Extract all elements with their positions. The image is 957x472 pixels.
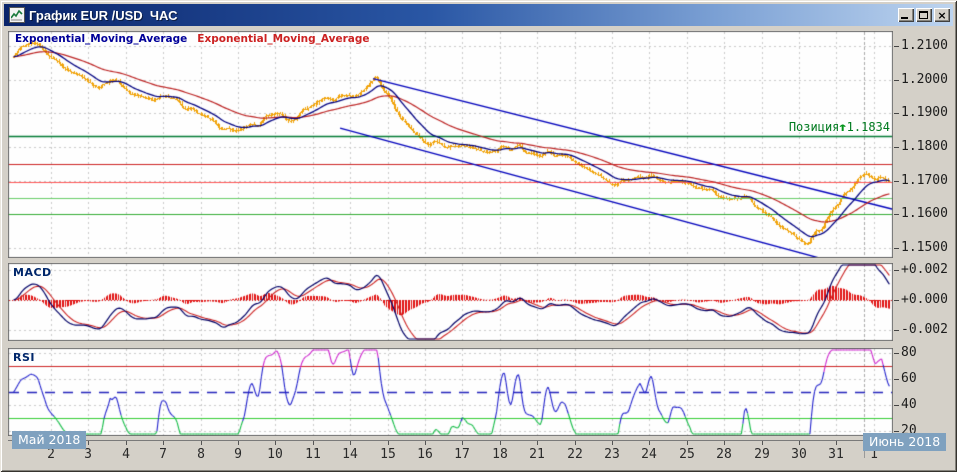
date-axis-tick (201, 441, 202, 445)
y-axis-tick (894, 353, 899, 354)
date-axis-line (8, 440, 893, 441)
date-axis-tick (724, 441, 725, 445)
rsi-chart-canvas[interactable] (8, 348, 893, 436)
date-axis-label: 10 (267, 447, 283, 462)
date-axis-tick (836, 441, 837, 445)
minimize-button[interactable] (898, 8, 914, 22)
y-axis-tick (894, 181, 899, 182)
month-badge-june: Июнь 2018 (863, 433, 946, 451)
date-axis-label: 11 (305, 447, 321, 462)
y-axis-tick (894, 80, 899, 81)
y-axis-label: 80 (901, 345, 917, 360)
date-axis-label: 22 (567, 447, 583, 462)
price-chart-canvas[interactable] (8, 31, 893, 258)
date-axis-label: 7 (159, 447, 167, 462)
date-axis-tick (313, 441, 314, 445)
ema-legend: Exponential_Moving_Average Exponential_Mo… (15, 33, 370, 45)
y-axis-label: 1.2100 (901, 38, 948, 53)
close-icon: × (937, 9, 946, 22)
y-axis-tick (894, 300, 899, 301)
position-label: Позиция (789, 120, 840, 134)
date-axis-label: 29 (754, 447, 770, 462)
date-axis-label: 15 (380, 447, 396, 462)
date-axis-label: 23 (604, 447, 620, 462)
date-axis-tick (88, 441, 89, 445)
date-axis-tick (462, 441, 463, 445)
date-axis-tick (762, 441, 763, 445)
y-axis-label: 60 (901, 371, 917, 386)
date-axis-tick (612, 441, 613, 445)
window-title: График EUR /USD ЧАС (29, 8, 177, 23)
y-axis-tick (894, 405, 899, 406)
y-axis-tick (894, 431, 899, 432)
date-axis-tick (687, 441, 688, 445)
ema-slow-label: Exponential_Moving_Average (197, 33, 369, 45)
y-axis-label: +0.000 (901, 292, 948, 307)
date-axis-label: 9 (234, 447, 242, 462)
date-axis-label: 17 (454, 447, 470, 462)
title-bar[interactable]: График EUR /USD ЧАС × (4, 4, 953, 26)
date-axis-label: 3 (84, 447, 92, 462)
date-axis-label: 14 (342, 447, 358, 462)
date-axis-label: 24 (641, 447, 657, 462)
y-axis-label: 1.1600 (901, 206, 948, 221)
y-axis-label: 1.1500 (901, 240, 948, 255)
position-up-arrow-icon: ↑ (838, 120, 849, 134)
date-axis-tick (275, 441, 276, 445)
date-axis-tick (238, 441, 239, 445)
date-axis-tick (799, 441, 800, 445)
chart-window: График EUR /USD ЧАС × Exponential_Moving… (0, 0, 957, 472)
close-button[interactable]: × (934, 8, 950, 22)
date-axis-tick (500, 441, 501, 445)
date-axis-label: 31 (828, 447, 844, 462)
position-annotation[interactable]: Позиция↑1.1834 (789, 120, 890, 134)
date-axis-label: 30 (791, 447, 807, 462)
date-axis-tick (575, 441, 576, 445)
y-axis-label: 1.1900 (901, 105, 948, 120)
date-axis-tick (425, 441, 426, 445)
minimize-icon (901, 17, 908, 19)
y-axis-label: 1.2000 (901, 72, 948, 87)
date-axis-label: 4 (122, 447, 130, 462)
y-axis-label: 1.1800 (901, 139, 948, 154)
date-axis-tick (649, 441, 650, 445)
date-axis-tick (126, 441, 127, 445)
position-price: 1.1834 (847, 120, 890, 134)
date-axis-label: 21 (529, 447, 545, 462)
maximize-icon (919, 11, 928, 19)
y-axis-tick (894, 46, 899, 47)
date-axis-tick (388, 441, 389, 445)
ema-fast-label: Exponential_Moving_Average (15, 33, 187, 45)
chart-app-icon (9, 7, 25, 23)
y-axis-tick (894, 330, 899, 331)
y-axis-tick (894, 248, 899, 249)
y-axis-tick (894, 113, 899, 114)
date-axis-label: 16 (417, 447, 433, 462)
month-badge-may: Май 2018 (12, 431, 86, 449)
macd-chart-canvas[interactable] (8, 263, 893, 341)
date-axis-label: 28 (716, 447, 732, 462)
date-axis-tick (163, 441, 164, 445)
date-axis-label: 25 (679, 447, 695, 462)
date-axis-tick (537, 441, 538, 445)
y-axis-label: -0.002 (901, 322, 948, 337)
y-axis-tick (894, 379, 899, 380)
window-controls: × (898, 8, 950, 22)
date-axis-label: 8 (197, 447, 205, 462)
date-axis-label: 2 (47, 447, 55, 462)
y-axis-tick (894, 147, 899, 148)
date-axis-label: 18 (492, 447, 508, 462)
y-axis-label: 1.1700 (901, 173, 948, 188)
date-axis-tick (350, 441, 351, 445)
y-axis-label: 40 (901, 397, 917, 412)
maximize-button[interactable] (916, 8, 932, 22)
y-axis-tick (894, 214, 899, 215)
macd-label: MACD (13, 266, 52, 279)
rsi-label: RSI (13, 351, 35, 364)
y-axis-tick (894, 270, 899, 271)
y-axis-label: +0.002 (901, 262, 948, 277)
